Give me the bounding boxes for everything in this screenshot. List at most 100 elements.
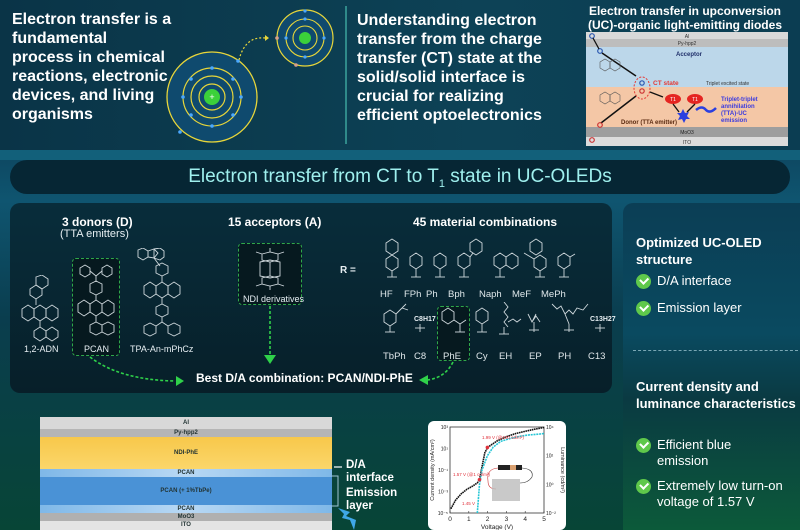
annotation-199: 1.99 V (@100 cd/m²): [482, 435, 524, 440]
check-icon: [636, 479, 651, 494]
best-combination: Best D/A combination: PCAN/NDI-PhE: [196, 371, 413, 385]
x-tick-label: 5: [542, 516, 546, 523]
x-axis-label: Voltage (V): [481, 524, 513, 530]
donors-subtitle: (TTA emitters): [60, 228, 129, 240]
r-group-phe: PhE: [443, 351, 461, 362]
molecule-tpa-an-mphcz: [137, 248, 181, 337]
atom-transfer-illustration: +: [166, 9, 334, 143]
svg-text:+: +: [209, 92, 214, 102]
check-icon: [636, 274, 651, 289]
r-group-tbph: TbPh: [383, 351, 406, 362]
item-text: Emission layer: [657, 300, 742, 315]
stack-layer-pcan-top: PCAN: [40, 469, 332, 477]
section-banner: Electron transfer from CT to T1 state in…: [10, 160, 790, 194]
annotation-157: 1.57 V (@1 cd/m²): [453, 472, 490, 477]
section2-item-1: Efficient blue emission: [636, 437, 800, 469]
layer-al: Al: [685, 34, 689, 40]
annotation-da-interface: D/A interface: [346, 459, 394, 484]
t1-label-1: T1: [670, 97, 676, 103]
y-tick-label: 10¹: [441, 447, 449, 453]
r-group-ep: EP: [529, 351, 542, 362]
y2-tick-label: 10⁻²: [546, 511, 556, 517]
item-text: Extremely low turn-on voltage of 1.57 V: [657, 478, 783, 509]
r-groups-row2: TbPh C8 PhE Cy EH EP PH C13: [383, 351, 618, 362]
check-icon: [636, 301, 651, 316]
r-group-naph: Naph: [479, 289, 502, 300]
x-tick-label: 3: [505, 516, 509, 523]
donor-label-tpa-an-mphcz: TPA-An-mPhCz: [130, 344, 194, 354]
section2-title: Current density and luminance characteri…: [636, 379, 796, 411]
r-groups-row1: HF FPh Ph Bph Naph MeF MePh: [380, 289, 600, 300]
r-group-c13: C13: [588, 351, 606, 362]
separator-band: [0, 150, 800, 160]
stack-layer-ndi-phe: NDI-PhE: [40, 437, 332, 469]
r-group-eh: EH: [499, 351, 513, 362]
triplet-state-label: Triplet excited state: [706, 81, 749, 87]
intro-text: Electron transfer is a fundamental proce…: [12, 11, 172, 123]
r-group-hf: HF: [380, 289, 393, 300]
donor-label-12-adn: 1,2-ADN: [24, 344, 59, 354]
molecule-pcan: [77, 264, 115, 336]
ct-state-label: CT state: [653, 80, 679, 87]
molecule-ndi: [255, 248, 285, 290]
r-groups-row1-structures: [385, 238, 576, 278]
layer-pyhpp2: Py-hpp2: [678, 41, 697, 47]
annotation-point-157: [477, 477, 482, 482]
r-group-fph: FPh: [404, 289, 422, 300]
stack-layer-al: Al: [40, 417, 332, 429]
y2-tick-label: 10⁰: [546, 482, 554, 488]
t1-label-2: T1: [692, 97, 698, 103]
annotation-emission-layer: Emission layer: [346, 487, 398, 512]
r-group-ph: Ph: [426, 289, 438, 300]
r-group-ph: PH: [558, 351, 572, 362]
layer-donor: Donor (TTA emitter): [621, 120, 677, 126]
summary-panel: Optimized UC-OLED structure D/A interfac…: [623, 203, 800, 530]
r-group-meph: MePh: [541, 289, 566, 300]
y-tick-label: 10³: [441, 425, 449, 431]
acceptors-title: 15 acceptors (A): [228, 215, 322, 229]
jvl-chart-svg: 0 1 2 3 4 5 10⁻⁵ 10⁻³ 10⁻¹ 10¹ 10³ 10⁻² 10⁰ 10² 10⁴ Vol…: [430, 425, 565, 530]
y2-tick-label: 10²: [546, 454, 554, 460]
r-prefix: R =: [340, 265, 356, 276]
c13-formula: C13H27: [590, 316, 616, 323]
stack-layer-pcan-doped: PCAN (+ 1%TbPe): [40, 477, 332, 505]
device-layer-stack: Al Py-hpp2 NDI-PhE PCAN PCAN (+ 1%TbPe) …: [40, 417, 332, 530]
jvl-chart: 0 1 2 3 4 5 10⁻⁵ 10⁻³ 10⁻¹ 10¹ 10³ 10⁻² 10⁰ 10² 10⁴ Vol…: [428, 421, 566, 530]
stack-layer-pyhpp2: Py-hpp2: [40, 429, 332, 437]
y2-axis-label: Luminance (cd/m²): [559, 447, 565, 493]
inset-wire-black: [519, 467, 533, 484]
annotation-point-199: [485, 445, 490, 450]
y-tick-label: 10⁻¹: [438, 468, 448, 474]
layer-moo3: MoO3: [680, 130, 694, 136]
x-tick-label: 2: [486, 516, 490, 523]
small-atom-icon: [275, 9, 334, 67]
y-tick-label: 10⁻⁵: [438, 511, 448, 517]
banner-title-end: state in UC-OLEDs: [444, 166, 612, 187]
layer-ito: ITO: [683, 140, 691, 146]
oled-electron-transfer-diagram: Al Py-hpp2 Acceptor Donor (TTA emitter) …: [586, 32, 788, 146]
combinations-title: 45 material combinations: [413, 215, 558, 229]
section2-item-2: Extremely low turn-on voltage of 1.57 V: [636, 478, 800, 510]
check-icon: [636, 438, 651, 453]
acceptor-label: NDI derivatives: [243, 294, 305, 304]
item-text: Efficient blue emission: [657, 437, 732, 468]
top-divider: [345, 6, 347, 144]
item-text: D/A interface: [657, 273, 732, 288]
molecule-12-adn: [21, 275, 59, 342]
inset-battery-cap: [510, 465, 516, 470]
y-axis-label: Current density (mA/cm²): [430, 439, 436, 501]
section1-item-2: Emission layer: [636, 300, 800, 316]
stack-layer-pcan-bottom: PCAN: [40, 505, 332, 513]
donors-title: 3 donors (D): [62, 215, 133, 229]
side-divider: [633, 350, 798, 351]
annotation-145: 1.45 V: [462, 501, 475, 506]
section1-title: Optimized UC-OLED structure: [636, 235, 762, 267]
x-tick-label: 1: [467, 516, 471, 523]
inset-device-grid: [492, 479, 520, 501]
x-tick-label: 4: [523, 516, 527, 523]
y-tick-label: 10⁻³: [438, 490, 448, 496]
r-group-bph: Bph: [448, 289, 465, 300]
oled-title-line1: Electron transfer in upconversion: [588, 4, 782, 18]
stack-layer-ito: ITO: [40, 521, 332, 530]
y2-tick-label: 10⁴: [546, 425, 554, 431]
